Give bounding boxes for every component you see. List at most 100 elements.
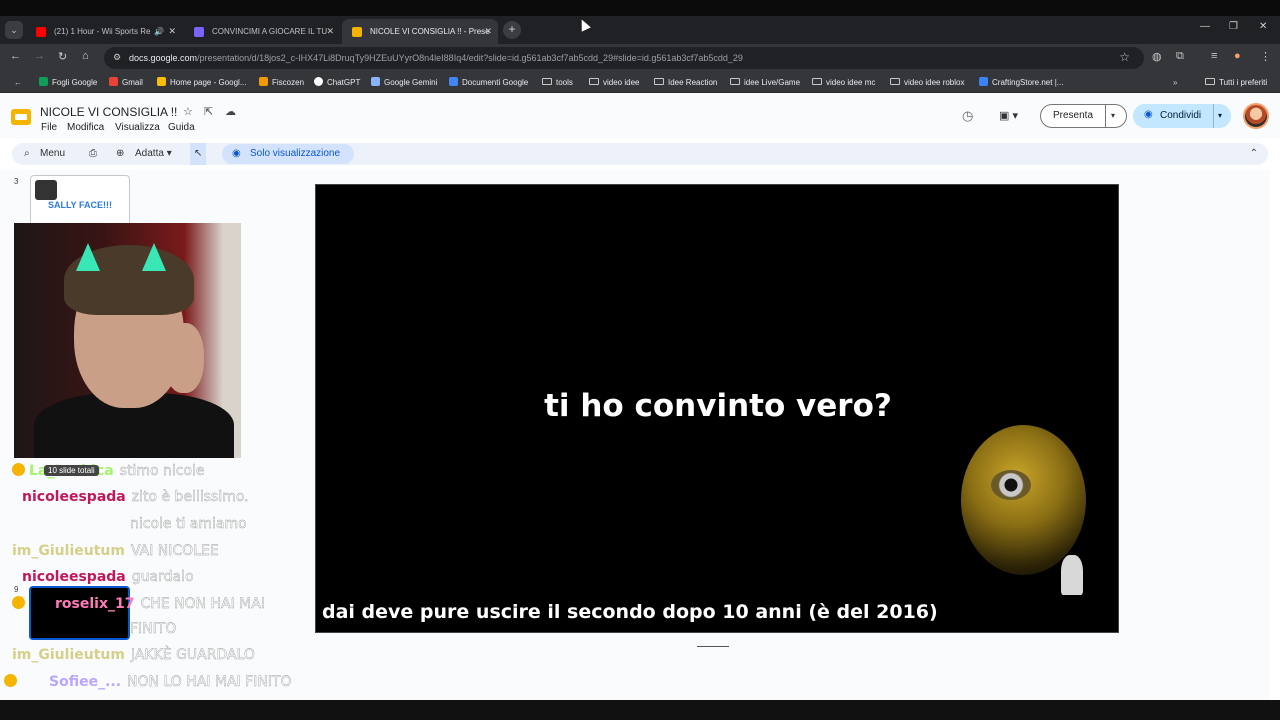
chat-username: nicoleespada	[22, 489, 126, 505]
chevron-up-icon[interactable]: ⌃	[1250, 143, 1258, 165]
bookmark-documenti[interactable]: Documenti Google	[449, 72, 528, 93]
zoom-select[interactable]: Adatta ▾	[135, 143, 172, 165]
meet-camera-icon[interactable]: ▣ ▾	[999, 109, 1018, 122]
share-button[interactable]: ◉ Condividi ▾	[1133, 104, 1231, 128]
close-tab-icon[interactable]: ✕	[168, 19, 176, 44]
current-slide[interactable]: ti ho convinto vero? dai deve pure uscir…	[315, 184, 1119, 633]
history-icon[interactable]: ◷	[962, 108, 973, 124]
home-icon[interactable]: ⌂	[82, 50, 89, 62]
chat-message: Sofiee_... NON LO HAI MAI FINITO	[4, 674, 292, 692]
avatar[interactable]	[1243, 103, 1269, 129]
back-icon[interactable]: ←	[10, 50, 21, 62]
print-icon[interactable]: ⎙	[89, 143, 97, 165]
emoji-icon	[4, 674, 17, 687]
bookmark-label: Gmail	[122, 78, 143, 87]
more-menu-icon[interactable]: ⋮	[1260, 50, 1271, 63]
chat-message: im_Giulieutum JAKKÈ GUARDALO	[12, 647, 255, 665]
reload-icon[interactable]: ↻	[58, 50, 67, 63]
view-mode-chip[interactable]: ◉ Solo visualizzazione	[222, 144, 354, 164]
scroll-indicator[interactable]	[697, 646, 729, 647]
reading-list-icon[interactable]: ≡	[1211, 50, 1217, 62]
tab-wii-sports[interactable]: (21) 1 Hour - Wii Sports Re 🔊 ✕	[26, 19, 182, 44]
bookmark-star-icon[interactable]: ☆	[1119, 50, 1130, 64]
all-bookmarks[interactable]: Tutti i preferiti	[1205, 72, 1267, 93]
bookmark-label: Fogli Google	[52, 78, 98, 87]
close-window-icon[interactable]: ✕	[1259, 21, 1267, 32]
bookmark-chatgpt[interactable]: ChatGPT	[314, 72, 360, 93]
tab-search-icon[interactable]: ⌄	[5, 21, 23, 39]
tab-nicole-slides[interactable]: NICOLE VI CONSIGLIA !! - Prese ✕	[342, 19, 498, 44]
chat-text: FINITO	[130, 621, 177, 637]
extension-icon[interactable]: ◍	[1152, 50, 1162, 63]
select-cursor-icon[interactable]: ↖	[190, 143, 207, 165]
bookmark-folder-roblox[interactable]: video idee roblox	[890, 72, 964, 93]
bookmark-back-icon[interactable]: ←	[14, 72, 22, 93]
slides-logo-icon[interactable]	[11, 109, 31, 125]
profile-icon[interactable]: ●	[1234, 50, 1241, 62]
extensions-puzzle-icon[interactable]: ⧉	[1176, 50, 1184, 63]
youtube-icon	[36, 27, 46, 37]
chatgpt-icon	[314, 77, 323, 86]
divider	[1105, 105, 1106, 127]
bookmark-folder-video-idee-mc[interactable]: video idee mc	[812, 72, 875, 93]
more-bookmarks-icon[interactable]: »	[1173, 72, 1177, 93]
chat-message: La_Lesbicastimo nicole	[12, 463, 205, 481]
present-button[interactable]: Presenta ▾	[1040, 104, 1127, 128]
menu-file[interactable]: File	[41, 122, 57, 133]
new-tab-button[interactable]: +	[503, 21, 521, 39]
menu-visualizza[interactable]: Visualizza	[115, 122, 160, 133]
bookmark-gemini[interactable]: Google Gemini	[371, 72, 437, 93]
bookmark-fiscozen[interactable]: Fiscozen	[259, 72, 304, 93]
menu-modifica[interactable]: Modifica	[67, 122, 104, 133]
bookmark-fogli[interactable]: Fogli Google	[39, 72, 97, 93]
speaker-icon[interactable]: 🔊	[154, 19, 164, 44]
maximize-icon[interactable]: ❐	[1229, 21, 1238, 32]
thumbnail-image	[35, 180, 57, 200]
forward-icon[interactable]: →	[34, 50, 45, 62]
bookmark-folder-idee-reaction[interactable]: Idee Reaction	[654, 72, 717, 93]
address-bar[interactable]: ⚙ docs.google.com/presentation/d/18jos2_…	[104, 47, 1144, 69]
star-icon[interactable]: ☆	[183, 105, 193, 118]
eye-icon: ◉	[232, 148, 241, 159]
slide-count-badge: 10 slide totali	[44, 465, 99, 476]
tab-convincimi[interactable]: CONVINCIMI A GIOCARE IL TU ✕	[184, 19, 340, 44]
chat-username: Sofiee_...	[49, 674, 122, 690]
bookmark-gmail[interactable]: Gmail	[109, 72, 143, 93]
chat-message: roselix_17 CHE NON HAI MAI	[12, 596, 265, 614]
minimize-icon[interactable]: —	[1200, 21, 1210, 32]
folder-icon	[812, 78, 822, 85]
menu-guida[interactable]: Guida	[168, 122, 195, 133]
bookmark-folder-video-idee[interactable]: video idee	[589, 72, 639, 93]
bookmark-home[interactable]: Home page - Googl...	[157, 72, 246, 93]
chevron-down-icon[interactable]: ▾	[1218, 104, 1222, 128]
gmail-icon	[109, 77, 118, 86]
bookmark-label: Fiscozen	[272, 78, 305, 87]
bookmark-folder-tools[interactable]: tools	[542, 72, 573, 93]
close-tab-icon[interactable]: ✕	[484, 19, 492, 44]
thumbnail-text: SALLY FACE!!!	[47, 200, 112, 210]
bookmark-label: video idee	[603, 78, 640, 87]
bookmark-label: Home page - Googl...	[170, 78, 247, 87]
browser-toolbar: ← → ↻ ⌂ ⚙ docs.google.com/presentation/d…	[0, 44, 1280, 72]
search-icon[interactable]: ⌕	[24, 143, 30, 165]
chat-message: nicole ti amiamo	[130, 516, 247, 534]
webcam-overlay	[14, 223, 241, 458]
screen: ⌄ (21) 1 Hour - Wii Sports Re 🔊 ✕ CONVIN…	[0, 0, 1280, 720]
creature-illustration	[961, 425, 1086, 595]
top-strip	[0, 0, 1280, 16]
close-tab-icon[interactable]: ✕	[326, 19, 334, 44]
slide-number: 9	[14, 585, 19, 594]
site-info-icon[interactable]: ⚙	[113, 52, 121, 63]
menu-search[interactable]: Menu	[40, 143, 65, 165]
present-label: Presenta	[1053, 110, 1094, 121]
chevron-down-icon[interactable]: ▾	[1111, 105, 1115, 127]
zoom-icon[interactable]: ⊕	[116, 143, 124, 165]
document-title[interactable]: NICOLE VI CONSIGLIA !!	[40, 105, 177, 119]
move-icon[interactable]: ⇱	[204, 105, 213, 118]
view-mode-label: Solo visualizzazione	[250, 148, 341, 159]
slide-thumbnail-3[interactable]: SALLY FACE!!!	[30, 175, 130, 229]
bookmark-label: Google Gemini	[384, 78, 438, 87]
bookmark-craftingstore[interactable]: CraftingStore.net |...	[979, 72, 1063, 93]
bookmark-folder-idee-live[interactable]: idee Live/Game	[730, 72, 800, 93]
cloud-icon[interactable]: ☁	[225, 105, 236, 118]
